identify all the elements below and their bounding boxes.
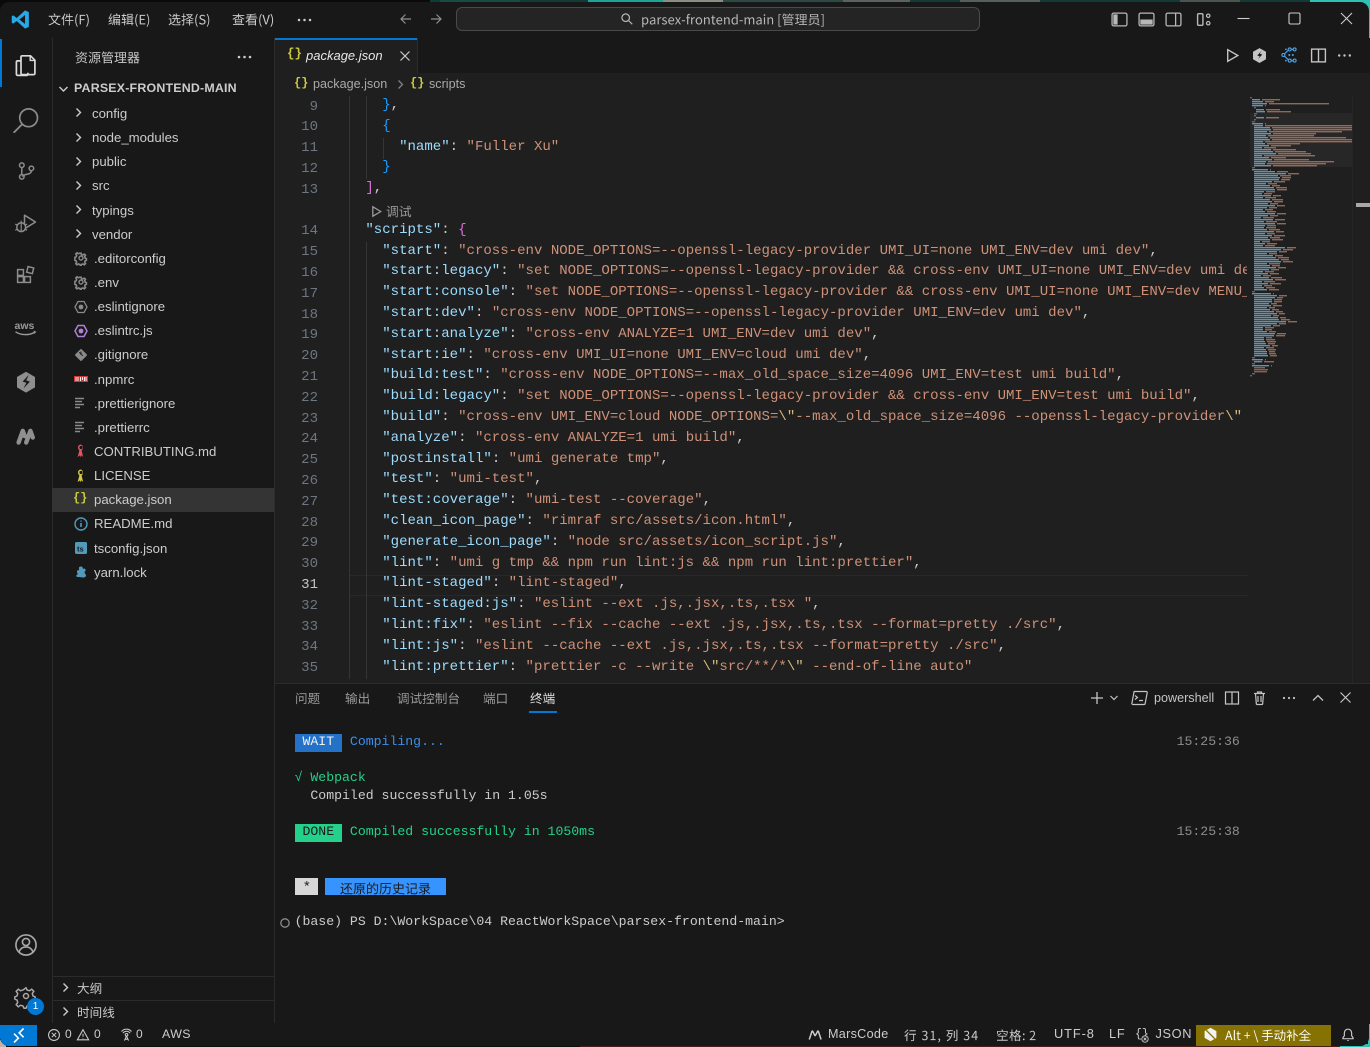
svg-text:aws: aws: [15, 320, 35, 332]
svg-text:ts: ts: [77, 545, 84, 554]
